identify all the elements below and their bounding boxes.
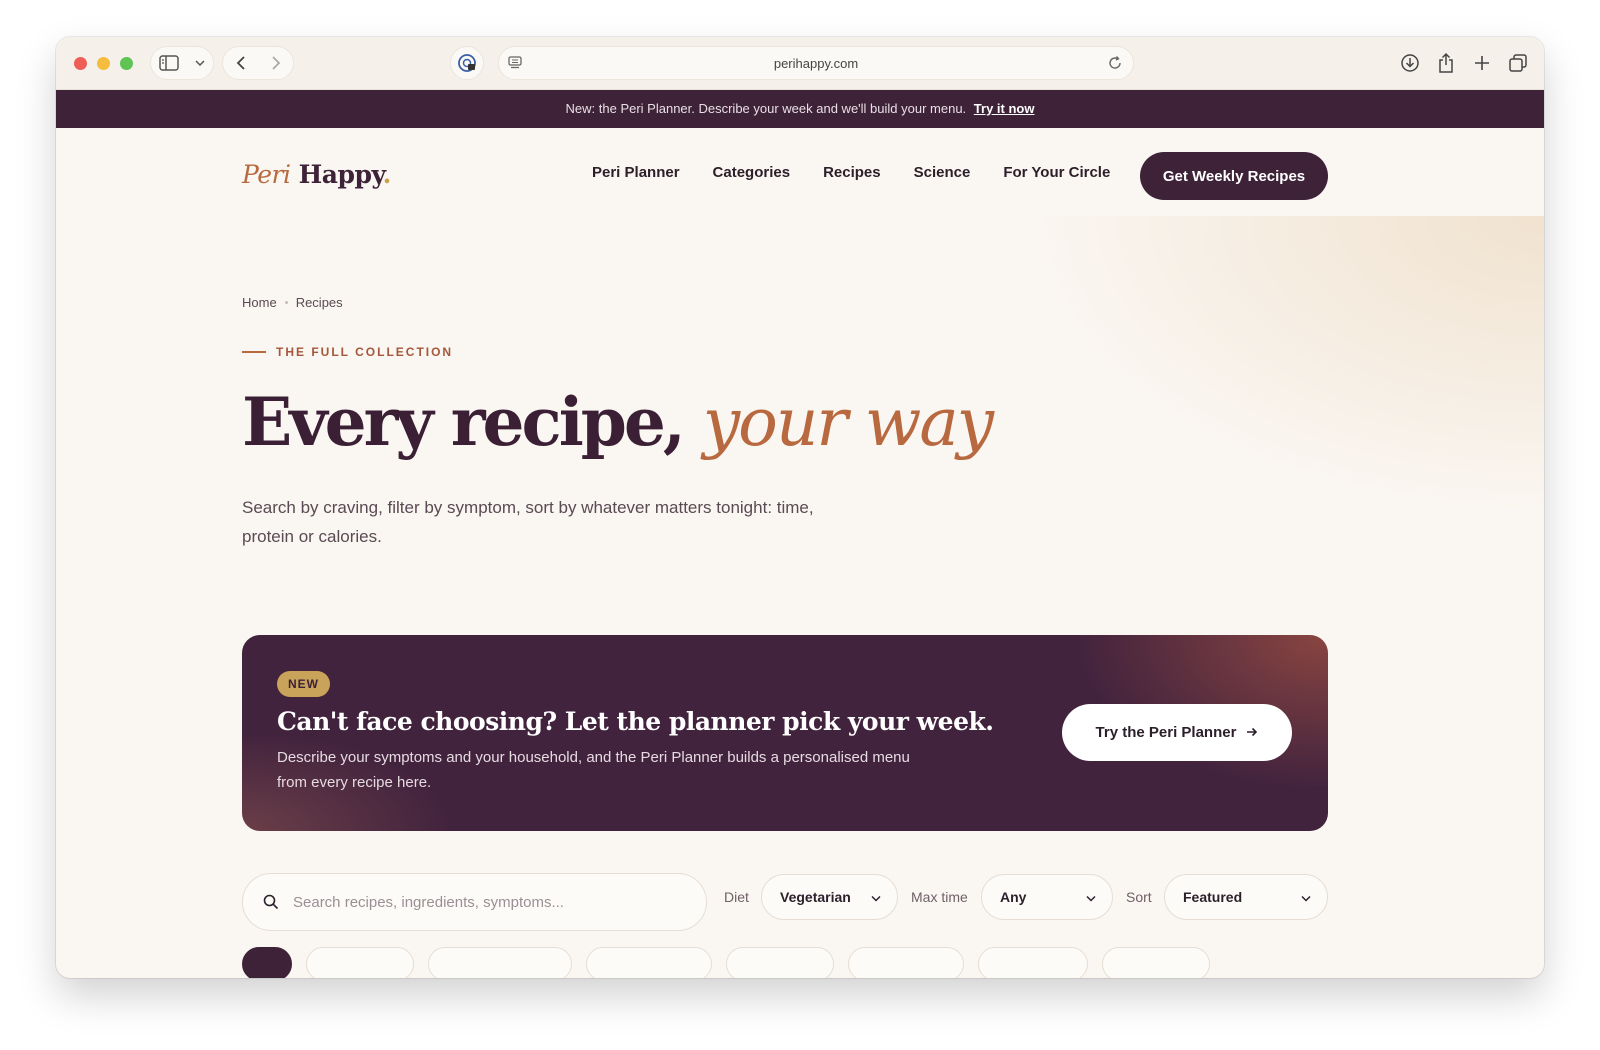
chevron-down-icon (1086, 889, 1096, 905)
logo-dot: . (382, 160, 392, 189)
breadcrumb-home[interactable]: Home (242, 295, 277, 310)
nav-item-for-your-circle[interactable]: For Your Circle (1003, 164, 1110, 181)
hero-subtitle: Search by craving, filter by symptom, so… (242, 498, 814, 546)
url-text: perihappy.com (773, 56, 859, 71)
chevron-down-icon[interactable] (195, 59, 205, 67)
password-manager-icon[interactable] (450, 46, 484, 80)
category-chip[interactable] (428, 947, 572, 978)
forward-icon[interactable] (271, 55, 281, 71)
page-title: Every recipe, your way (242, 382, 994, 463)
sort-select-value: Featured (1183, 889, 1243, 905)
maximize-window-button[interactable] (120, 57, 133, 70)
back-icon[interactable] (236, 55, 246, 71)
recipe-search (242, 873, 707, 931)
sidebar-toggle-group (150, 46, 214, 80)
eyebrow-text: THE FULL COLLECTION (276, 345, 454, 359)
diet-select-value: Vegetarian (780, 889, 851, 905)
get-weekly-recipes-button[interactable]: Get Weekly Recipes (1140, 152, 1328, 200)
sidebar-icon[interactable] (159, 55, 179, 71)
downloads-icon[interactable] (1398, 49, 1422, 77)
nav-item-categories[interactable]: Categories (713, 164, 791, 181)
diet-label: Diet (724, 889, 749, 905)
max-time-select[interactable]: Any (981, 874, 1113, 920)
share-icon[interactable] (1434, 49, 1458, 77)
try-peri-planner-label: Try the Peri Planner (1095, 724, 1237, 741)
page-title-main: Every recipe, (242, 383, 686, 461)
site-header: Peri Happy. Peri Planner Categories Reci… (56, 128, 1544, 216)
logo-part-happy: Happy (298, 160, 383, 189)
category-chips (242, 947, 1210, 978)
announcement-link[interactable]: Try it now (974, 101, 1035, 116)
new-badge: NEW (277, 671, 330, 697)
category-chip[interactable] (726, 947, 834, 978)
chevron-down-icon (871, 889, 881, 905)
try-peri-planner-button[interactable]: Try the Peri Planner (1062, 704, 1292, 761)
category-chip[interactable] (978, 947, 1088, 978)
search-icon (263, 894, 279, 915)
eyebrow-line (242, 351, 266, 353)
browser-window: perihappy.com New: the Peri Planner. Des… (56, 37, 1544, 978)
search-input[interactable] (293, 874, 693, 930)
nav-item-science[interactable]: Science (914, 164, 971, 181)
planner-banner: NEW Can't face choosing? Let the planner… (242, 635, 1328, 831)
nav-item-peri-planner[interactable]: Peri Planner (592, 164, 680, 181)
close-window-button[interactable] (74, 57, 87, 70)
chevron-down-icon (1301, 889, 1311, 905)
new-tab-icon[interactable] (1470, 49, 1494, 77)
main-nav: Peri Planner Categories Recipes Science … (592, 164, 1110, 181)
site-logo[interactable]: Peri Happy. (242, 160, 391, 189)
hero-eyebrow: THE FULL COLLECTION (242, 345, 453, 359)
address-bar[interactable]: perihappy.com (498, 46, 1134, 80)
category-chip[interactable] (242, 947, 292, 978)
category-chip[interactable] (1102, 947, 1210, 978)
minimize-window-button[interactable] (97, 57, 110, 70)
hero-glow (1024, 216, 1544, 516)
logo-part-peri: Peri (242, 160, 291, 189)
banner-description: Describe your symptoms and your househol… (277, 749, 910, 791)
sort-select[interactable]: Featured (1164, 874, 1328, 920)
category-chip[interactable] (586, 947, 712, 978)
browser-toolbar: perihappy.com (56, 37, 1544, 90)
announcement-bar: New: the Peri Planner. Describe your wee… (56, 90, 1544, 128)
announcement-text: New: the Peri Planner. Describe your wee… (565, 101, 967, 116)
tab-overview-icon[interactable] (1506, 49, 1530, 77)
reload-icon[interactable] (1107, 55, 1123, 76)
breadcrumb-separator (284, 301, 288, 304)
history-nav-group (222, 46, 294, 80)
max-time-label: Max time (911, 889, 968, 905)
diet-select[interactable]: Vegetarian (761, 874, 898, 920)
breadcrumb-current: Recipes (295, 295, 343, 310)
breadcrumb: Home Recipes (242, 295, 343, 310)
arrow-right-icon (1246, 724, 1258, 741)
nav-item-recipes[interactable]: Recipes (823, 164, 881, 181)
toolbar-actions (1398, 49, 1530, 77)
sort-label: Sort (1126, 889, 1152, 905)
banner-title: Can't face choosing? Let the planner pic… (277, 707, 994, 736)
category-chip[interactable] (848, 947, 964, 978)
max-time-select-value: Any (1000, 889, 1027, 905)
page-title-accent: your way (702, 384, 994, 461)
category-chip[interactable] (306, 947, 414, 978)
